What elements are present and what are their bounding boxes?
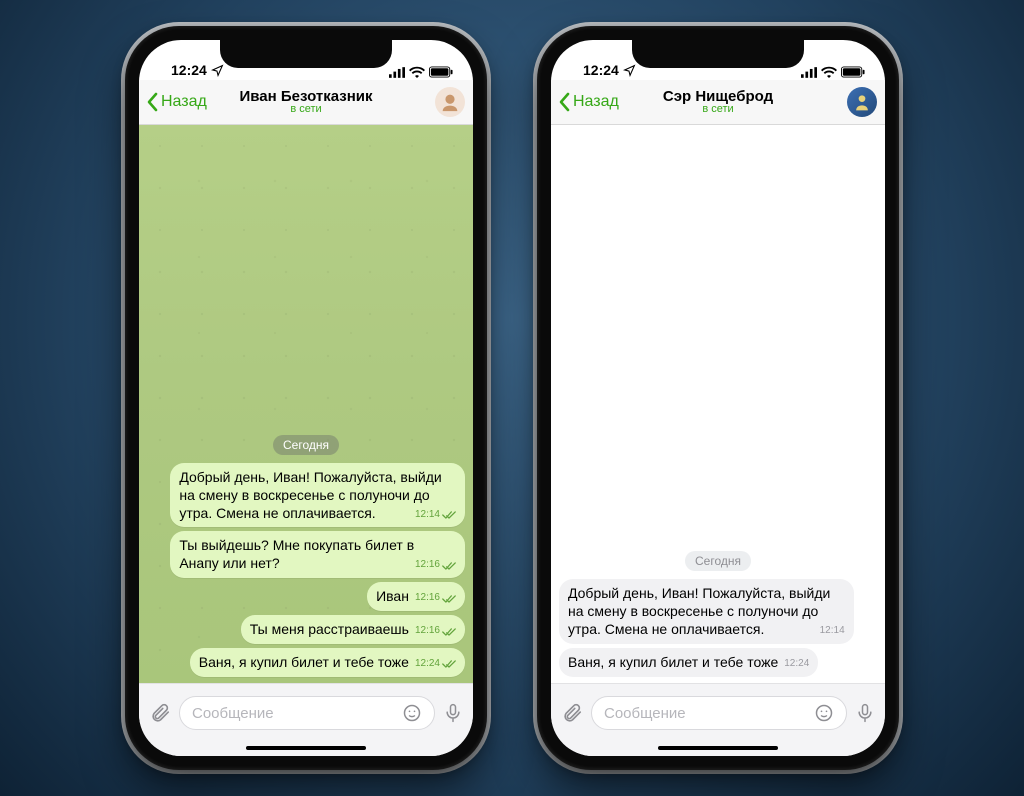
input-placeholder: Сообщение xyxy=(604,705,686,722)
status-time: 12:24 xyxy=(171,62,207,78)
wifi-icon xyxy=(409,66,425,78)
chat-header: Назад Сэр Нищеброд в сети xyxy=(551,80,885,125)
avatar-person-icon xyxy=(852,92,872,112)
notch xyxy=(220,40,392,68)
read-ticks-icon xyxy=(442,510,456,520)
attach-icon[interactable] xyxy=(561,702,583,724)
message-text: Ваня, я купил билет и тебе тоже xyxy=(568,654,778,670)
mic-icon[interactable] xyxy=(855,702,875,724)
home-indicator[interactable] xyxy=(246,746,366,750)
message-in[interactable]: Добрый день, Иван! Пожалуйста, выйди на … xyxy=(559,579,854,644)
message-input[interactable]: Сообщение xyxy=(591,696,847,730)
sticker-icon[interactable] xyxy=(402,703,422,723)
read-ticks-icon xyxy=(442,659,456,669)
read-ticks-icon xyxy=(442,594,456,604)
location-icon xyxy=(211,64,224,77)
message-time: 12:24 xyxy=(415,658,440,671)
message-time: 12:14 xyxy=(820,625,845,638)
message-time: 12:16 xyxy=(415,592,440,605)
message-in[interactable]: Ваня, я купил билет и тебе тоже 12:24 xyxy=(559,648,818,677)
battery-icon xyxy=(841,66,865,78)
message-text: Добрый день, Иван! Пожалуйста, выйди на … xyxy=(568,585,830,637)
avatar[interactable] xyxy=(847,87,877,117)
message-text: Добрый день, Иван! Пожалуйста, выйди на … xyxy=(179,469,441,521)
back-button[interactable]: Назад xyxy=(147,92,207,112)
message-out[interactable]: Добрый день, Иван! Пожалуйста, выйди на … xyxy=(170,463,465,528)
message-out[interactable]: Ты выйдешь? Мне покупать билет в Анапу и… xyxy=(170,531,465,578)
memoji-icon xyxy=(439,91,461,113)
cellular-icon xyxy=(389,67,405,78)
wifi-icon xyxy=(821,66,837,78)
message-out[interactable]: Ты меня расстраиваешь 12:16 xyxy=(241,615,465,644)
screen: 12:24 Назад xyxy=(139,40,473,756)
message-text: Иван xyxy=(376,588,409,604)
message-out[interactable]: Ваня, я купил билет и тебе тоже 12:24 xyxy=(190,648,465,677)
back-button[interactable]: Назад xyxy=(559,92,619,112)
chat-area[interactable]: Сегодня Добрый день, Иван! Пожалуйста, в… xyxy=(551,125,885,683)
message-input[interactable]: Сообщение xyxy=(179,696,435,730)
message-time: 12:24 xyxy=(784,658,809,671)
screen: 12:24 Назад xyxy=(551,40,885,756)
phone-2: 12:24 Назад xyxy=(537,26,899,770)
read-ticks-icon xyxy=(442,561,456,571)
home-indicator[interactable] xyxy=(658,746,778,750)
message-time: 12:14 xyxy=(415,509,440,522)
read-ticks-icon xyxy=(442,627,456,637)
cellular-icon xyxy=(801,67,817,78)
message-text: Ты меня расстраиваешь xyxy=(250,621,409,637)
status-time: 12:24 xyxy=(583,62,619,78)
mic-icon[interactable] xyxy=(443,702,463,724)
notch xyxy=(632,40,804,68)
chat-header: Назад Иван Безотказник в сети xyxy=(139,80,473,125)
location-icon xyxy=(623,64,636,77)
message-time: 12:16 xyxy=(415,625,440,638)
message-text: Ты выйдешь? Мне покупать билет в Анапу и… xyxy=(179,537,414,571)
date-pill: Сегодня xyxy=(273,435,339,455)
message-out[interactable]: Иван 12:16 xyxy=(367,582,465,611)
chevron-left-icon xyxy=(559,92,571,112)
attach-icon[interactable] xyxy=(149,702,171,724)
input-placeholder: Сообщение xyxy=(192,705,274,722)
sticker-icon[interactable] xyxy=(814,703,834,723)
avatar[interactable] xyxy=(435,87,465,117)
phone-1: 12:24 Назад xyxy=(125,26,487,770)
back-label: Назад xyxy=(161,93,207,111)
message-text: Ваня, я купил билет и тебе тоже xyxy=(199,654,409,670)
battery-icon xyxy=(429,66,453,78)
chat-area[interactable]: Сегодня Добрый день, Иван! Пожалуйста, в… xyxy=(139,125,473,683)
chevron-left-icon xyxy=(147,92,159,112)
back-label: Назад xyxy=(573,93,619,111)
message-time: 12:16 xyxy=(415,559,440,572)
date-pill: Сегодня xyxy=(685,551,751,571)
